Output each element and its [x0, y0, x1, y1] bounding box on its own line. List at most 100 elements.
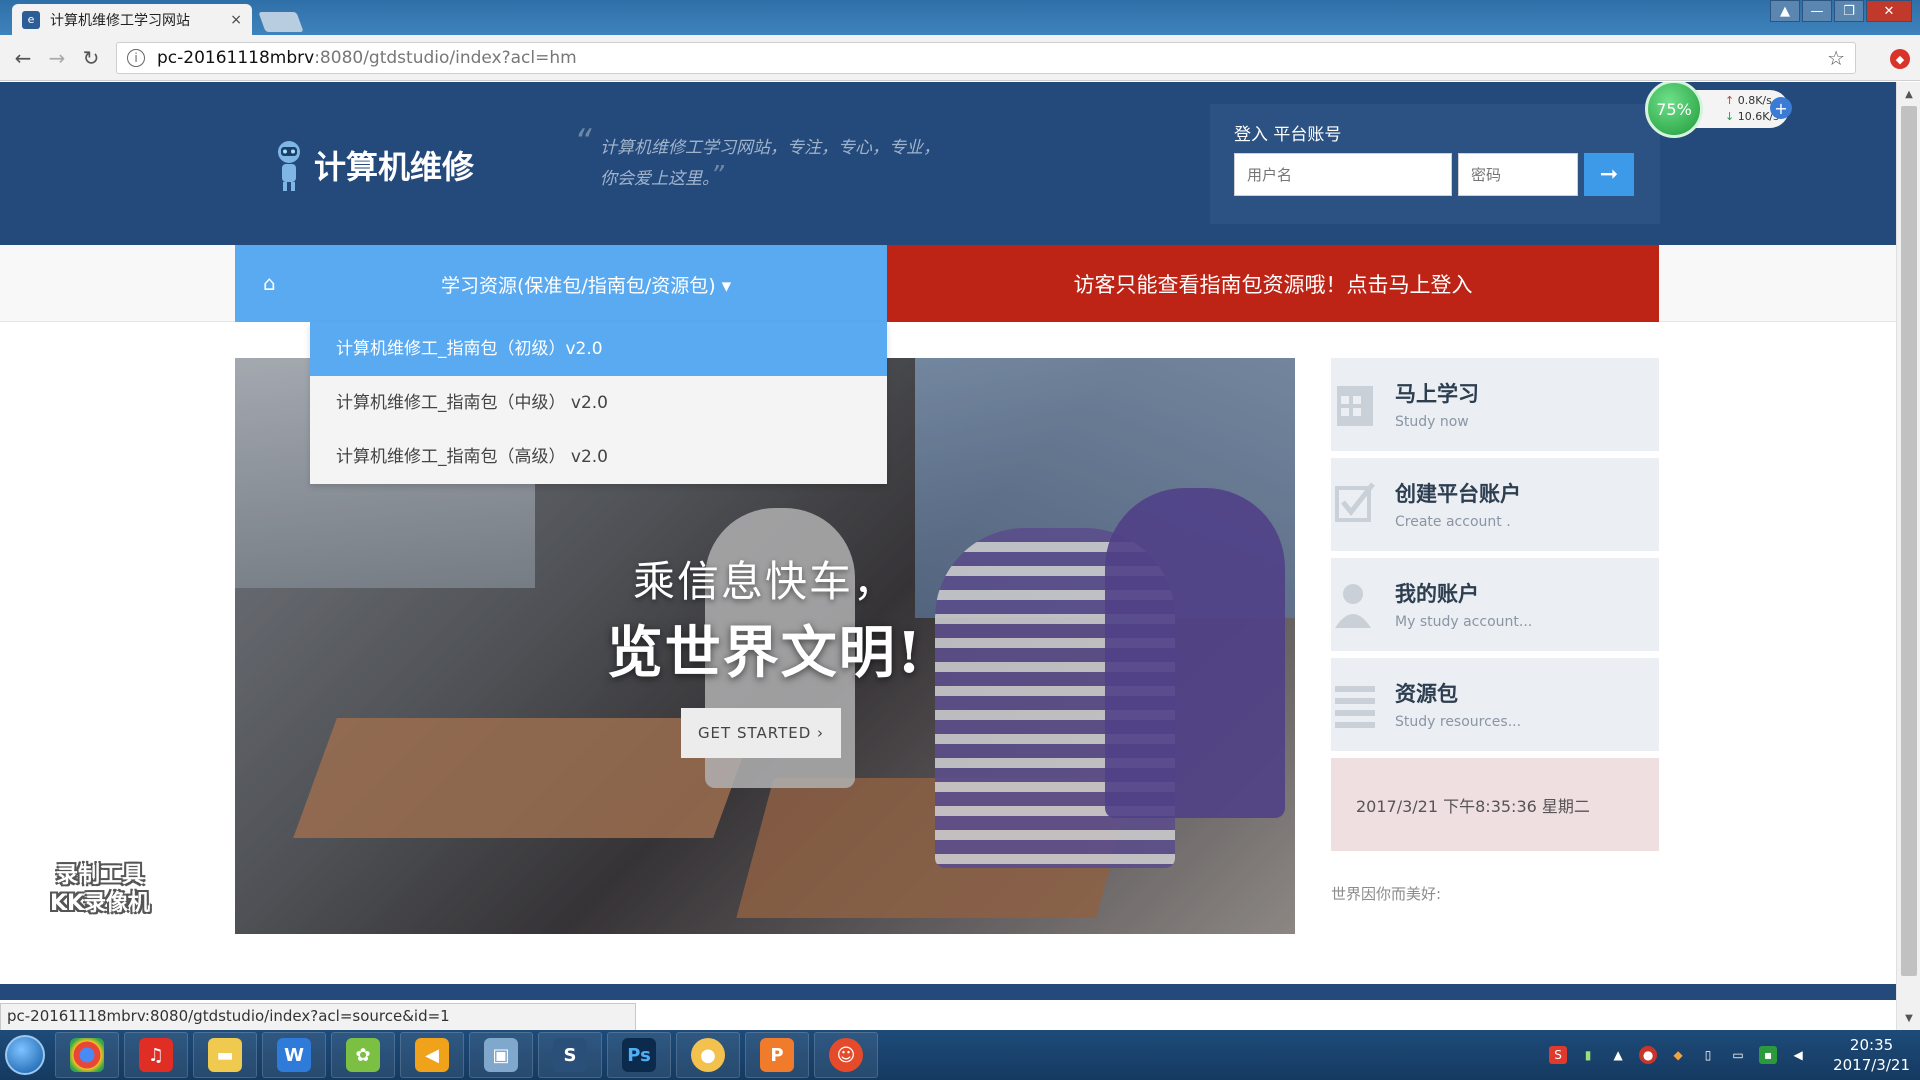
- site-logo[interactable]: 计算机维修: [272, 138, 474, 192]
- extension-icon[interactable]: ◆: [1890, 49, 1910, 69]
- music-icon: ♫: [139, 1038, 173, 1072]
- network-speed-widget[interactable]: ↑ 0.8K/s ↓ 10.6K/s 75% +: [1645, 82, 1800, 140]
- new-tab-button[interactable]: [258, 12, 304, 32]
- user-icon: [1335, 584, 1371, 628]
- system-clock[interactable]: 20:35 2017/3/21: [1833, 1035, 1910, 1075]
- forward-icon[interactable]: →: [40, 41, 74, 75]
- sidebar-tagline: 世界因你而美好:: [1331, 885, 1442, 903]
- resources-menu-toggle[interactable]: 学习资源(保准包/指南包/资源包) ▾: [441, 271, 731, 298]
- nav-blue-section: ⌂ 学习资源(保准包/指南包/资源包) ▾: [235, 245, 887, 322]
- windows-logo-icon: [5, 1035, 45, 1075]
- dropdown-item-beginner[interactable]: 计算机维修工_指南包（初级）v2.0: [310, 322, 887, 376]
- card-subtitle: Create account .: [1395, 514, 1511, 530]
- scrollbar-thumb[interactable]: [1901, 106, 1917, 976]
- taskbar-photoshop[interactable]: Ps: [607, 1032, 671, 1078]
- start-button[interactable]: [0, 1030, 50, 1080]
- taskbar-app-green[interactable]: ✿: [331, 1032, 395, 1078]
- taskbar-recorder[interactable]: ☺: [814, 1032, 878, 1078]
- volume-icon[interactable]: ◀: [1789, 1046, 1807, 1064]
- create-account-card[interactable]: 创建平台账户 Create account .: [1331, 458, 1659, 551]
- site-info-icon[interactable]: i: [127, 49, 145, 67]
- my-account-card[interactable]: 我的账户 My study account...: [1331, 558, 1659, 651]
- taskbar-paint[interactable]: ●: [676, 1032, 740, 1078]
- taskbar-app-s[interactable]: S: [538, 1032, 602, 1078]
- link-status-bar: pc-20161118mbrv:8080/gtdstudio/index?acl…: [0, 1003, 636, 1031]
- clock-time: 20:35: [1849, 1036, 1894, 1054]
- upload-arrow-icon: ↑: [1725, 94, 1735, 107]
- login-submit-button[interactable]: ➞: [1584, 153, 1634, 196]
- hero-headline-1: 乘信息快车，: [632, 557, 897, 606]
- page-viewport: 计算机维修 “ 计算机维修工学习网站，专注，专心，专业， 你会爱上这里。” 登入…: [0, 82, 1896, 1000]
- tab-close-icon[interactable]: ×: [230, 12, 242, 28]
- resources-dropdown: 计算机维修工_指南包（初级）v2.0 计算机维修工_指南包（中级） v2.0 计…: [310, 322, 887, 484]
- scroll-up-icon[interactable]: ▲: [1897, 84, 1920, 104]
- device-icon[interactable]: ▯: [1699, 1046, 1717, 1064]
- site-footer: [0, 984, 1896, 1000]
- close-window-button[interactable]: ✕: [1866, 0, 1912, 22]
- url-host: pc-20161118mbrv: [157, 48, 315, 68]
- taskbar-presentation[interactable]: P: [745, 1032, 809, 1078]
- writer-icon: W: [277, 1038, 311, 1072]
- scroll-down-icon[interactable]: ▼: [1897, 1008, 1920, 1028]
- browser-tab-strip: e 计算机维修工学习网站 × ▲ — ❐ ✕: [0, 0, 1920, 35]
- taskbar-photo-viewer[interactable]: ▣: [469, 1032, 533, 1078]
- dropdown-item-intermediate[interactable]: 计算机维修工_指南包（中级） v2.0: [310, 376, 887, 430]
- login-panel: 登入 平台账号 ➞: [1210, 104, 1660, 224]
- qq-icon[interactable]: ◆: [1669, 1046, 1687, 1064]
- taskbar-wps-writer[interactable]: W: [262, 1032, 326, 1078]
- browser-tab[interactable]: e 计算机维修工学习网站 ×: [12, 4, 252, 35]
- clock-date: 2017/3/21: [1833, 1056, 1910, 1074]
- password-input[interactable]: [1458, 153, 1578, 196]
- slogan-line-2: 你会爱上这里。: [600, 169, 711, 189]
- sogou-ime-icon[interactable]: S: [1549, 1046, 1568, 1064]
- palette-icon: ●: [691, 1038, 725, 1072]
- maximize-button[interactable]: ❐: [1834, 0, 1864, 22]
- card-title: 我的账户: [1395, 582, 1479, 606]
- checkbox-icon: [1335, 482, 1375, 522]
- security-icon[interactable]: ●: [1639, 1046, 1658, 1064]
- system-tray: S ▮ ▲ ● ◆ ▯ ▭ ▪ ◀ 20:35 2017/3/21: [1549, 1035, 1920, 1075]
- tab-title: 计算机维修工学习网站: [50, 12, 190, 29]
- leaf-icon: ✿: [346, 1038, 380, 1072]
- user-icon[interactable]: ▲: [1770, 0, 1800, 22]
- quote-close-icon: ”: [710, 161, 724, 191]
- get-started-button[interactable]: GET STARTED ›: [681, 708, 841, 758]
- watermark-line-1: 录制工具: [55, 863, 144, 888]
- resources-card[interactable]: 资源包 Study resources...: [1331, 658, 1659, 751]
- window-controls: ▲ — ❐ ✕: [1770, 0, 1912, 22]
- taskbar-netease-music[interactable]: ♫: [124, 1032, 188, 1078]
- taskbar-chrome[interactable]: [55, 1032, 119, 1078]
- chrome-icon: [70, 1038, 104, 1072]
- robot-logo-icon: [278, 141, 300, 191]
- windows-taskbar: ♫ ▬ W ✿ ◀ ▣ S Ps ● P ☺ S ▮ ▲ ● ◆ ▯ ▭ ▪ ◀…: [0, 1030, 1920, 1080]
- back-icon[interactable]: ←: [6, 41, 40, 75]
- card-subtitle: Study now: [1395, 414, 1469, 430]
- minimize-button[interactable]: —: [1802, 0, 1832, 22]
- card-title: 马上学习: [1395, 382, 1479, 406]
- tray-expand-icon[interactable]: ▲: [1609, 1046, 1627, 1064]
- home-icon[interactable]: ⌂: [263, 271, 276, 295]
- recorder-watermark: 录制工具 KK录像机: [30, 862, 170, 918]
- study-now-card[interactable]: 马上学习 Study now: [1331, 358, 1659, 451]
- dropdown-item-advanced[interactable]: 计算机维修工_指南包（高级） v2.0: [310, 430, 887, 484]
- url-path: :8080/gtdstudio/index?acl=hm: [314, 48, 577, 68]
- network-icon[interactable]: ▭: [1729, 1046, 1747, 1064]
- list-icon: [1335, 686, 1375, 728]
- reload-icon[interactable]: ↻: [74, 41, 108, 75]
- address-bar[interactable]: i pc-20161118mbrv:8080/gtdstudio/index?a…: [116, 42, 1856, 74]
- slogan-line-1: 计算机维修工学习网站，专注，专心，专业，: [600, 138, 940, 158]
- login-title: 登入 平台账号: [1234, 125, 1342, 145]
- taskbar-audio[interactable]: ◀: [400, 1032, 464, 1078]
- bookmark-star-icon[interactable]: ☆: [1827, 46, 1845, 70]
- taskbar-explorer[interactable]: ▬: [193, 1032, 257, 1078]
- calendar-icon: [1337, 386, 1373, 426]
- main-nav: ⌂ 学习资源(保准包/指南包/资源包) ▾ 访客只能查看指南包资源哦！点击马上登…: [0, 245, 1896, 322]
- hero-headline-2: 览世界文明!: [606, 620, 924, 686]
- monitor-icon[interactable]: ▪: [1759, 1046, 1778, 1064]
- accelerate-plus-icon[interactable]: +: [1770, 97, 1792, 119]
- guest-login-alert[interactable]: 访客只能查看指南包资源哦！点击马上登入: [887, 245, 1659, 322]
- page-scrollbar[interactable]: ▲ ▼: [1896, 82, 1920, 1030]
- battery-icon[interactable]: ▮: [1579, 1046, 1597, 1064]
- card-title: 创建平台账户: [1395, 482, 1521, 506]
- username-input[interactable]: [1234, 153, 1452, 196]
